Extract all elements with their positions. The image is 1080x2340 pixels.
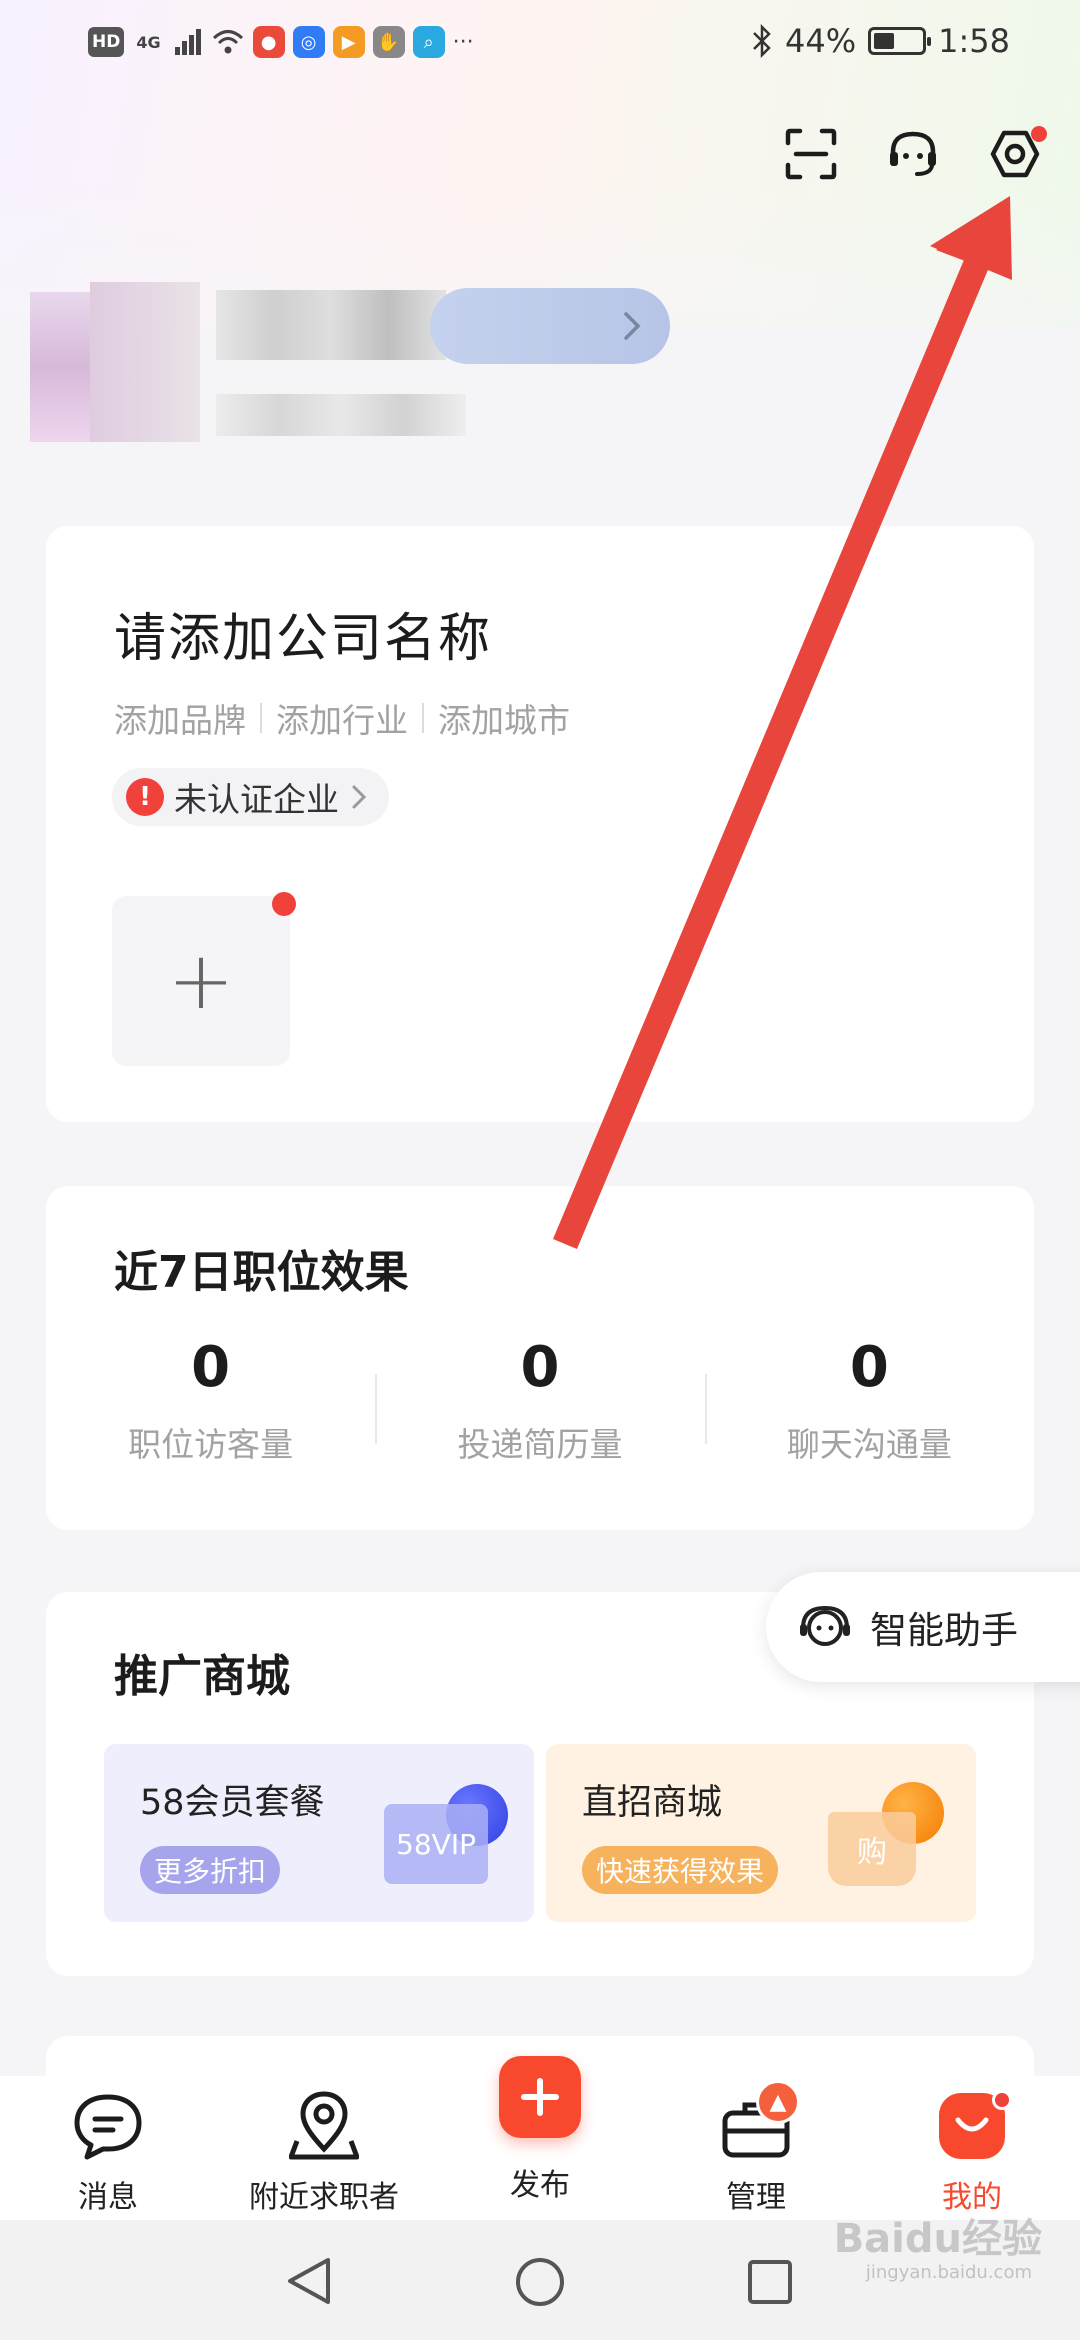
stat-divider (375, 1374, 378, 1444)
publish-button (499, 2056, 581, 2138)
mall-badge: 购 (828, 1812, 916, 1886)
vip-badge: 58VIP (384, 1804, 488, 1884)
watermark-brand: Baidu经验 (833, 2216, 1042, 2262)
vip-package-title: 58会员套餐 (140, 1783, 325, 1823)
direct-mall-tag: 快速获得效果 (582, 1846, 779, 1894)
nav-manage[interactable]: ▲ 管理 (656, 2076, 856, 2220)
stat-value: 0 (520, 1335, 560, 1400)
nav-label: 发布 (510, 2168, 570, 2203)
assistant-label: 智能助手 (870, 1609, 1018, 1652)
plus-icon (521, 2078, 559, 2116)
direct-mall-title: 直招商城 (582, 1783, 723, 1823)
smart-assistant-button[interactable]: 智能助手 (766, 1572, 1080, 1682)
stat-label: 聊天沟通量 (786, 1425, 952, 1464)
assistant-icon (800, 1605, 850, 1646)
rocket-badge-icon: ▲ (756, 2080, 800, 2124)
nav-label: 管理 (726, 2180, 786, 2215)
vip-package-tag: 更多折扣 (140, 1846, 281, 1894)
nav-publish[interactable]: 发布 (440, 2056, 640, 2220)
nav-mine[interactable]: 我的 (872, 2076, 1072, 2220)
stat-value: 0 (849, 1335, 889, 1400)
home-icon[interactable] (514, 2256, 566, 2308)
annotation-arrow (553, 196, 1012, 1250)
promo-mall-title: 推广商城 (114, 1651, 290, 1702)
message-icon (68, 2086, 148, 2166)
stat-chats[interactable]: 0 聊天沟通量 (704, 1335, 1034, 1486)
stat-visitors[interactable]: 0 职位访客量 (46, 1336, 375, 1486)
nav-label: 附近求职者 (249, 2180, 399, 2215)
back-icon[interactable] (284, 2256, 334, 2306)
mine-notification-dot (992, 2090, 1012, 2110)
nav-messages[interactable]: 消息 (8, 2076, 208, 2220)
watermark-url: jingyan.baidu.com (865, 2262, 1032, 2283)
location-icon (284, 2086, 364, 2166)
stat-resumes[interactable]: 0 投递简历量 (375, 1336, 704, 1486)
stat-label: 职位访客量 (128, 1425, 294, 1464)
stat-value: 0 (191, 1335, 231, 1400)
recents-icon[interactable] (746, 2258, 794, 2306)
job-effect-stats: 0 职位访客量 0 投递简历量 0 聊天沟通量 (46, 1336, 1034, 1486)
profile-icon (932, 2086, 1012, 2166)
bottom-navigation: 消息 附近求职者 发布 ▲ 管理 我的 (0, 2056, 1080, 2220)
vip-package-card[interactable]: 58会员套餐 更多折扣 58VIP (104, 1744, 534, 1922)
nav-label: 消息 (78, 2180, 138, 2215)
stat-divider (704, 1374, 707, 1444)
nav-nearby-seekers[interactable]: 附近求职者 (224, 2076, 424, 2220)
briefcase-icon: ▲ (716, 2080, 800, 2166)
stat-label: 投递简历量 (457, 1425, 623, 1464)
direct-mall-card[interactable]: 直招商城 快速获得效果 购 (546, 1744, 976, 1922)
